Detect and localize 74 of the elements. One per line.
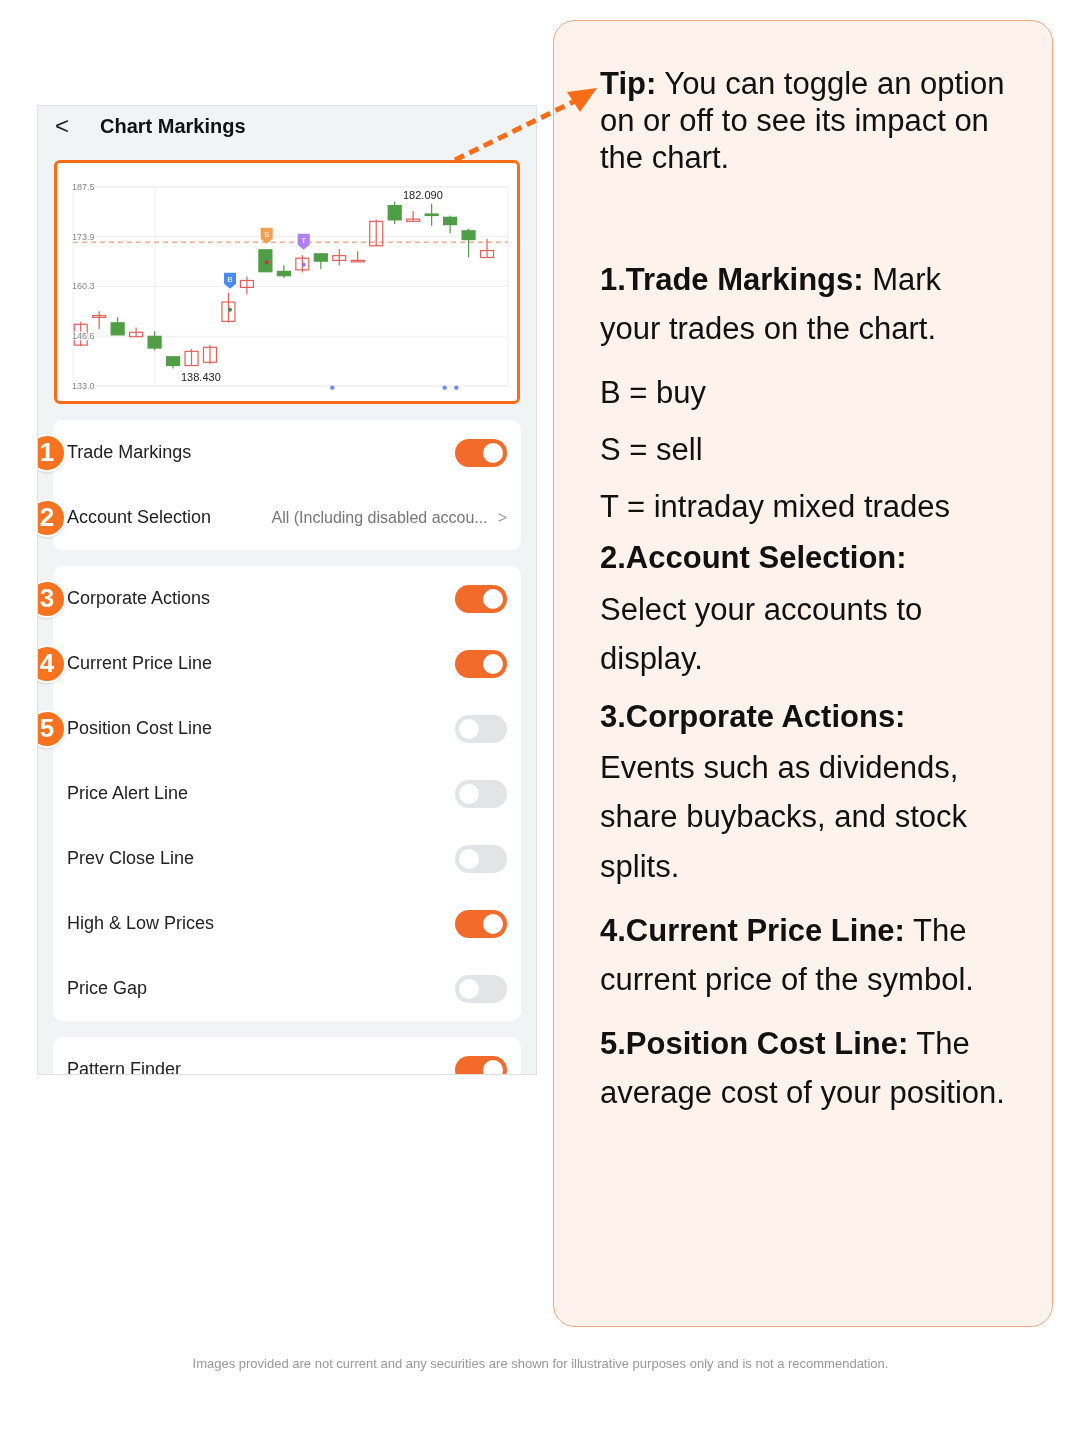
high-price-label: 182.090 — [403, 189, 443, 201]
disclaimer: Images provided are not current and any securities are shown for illustrative purposes only and is not a recommendation. — [191, 1355, 890, 1373]
candle — [221, 292, 236, 324]
setting-label: Corporate Actions — [67, 587, 211, 610]
section-text: 5.Position Cost Line: The average cost of your position. — [600, 1024, 1006, 1113]
setting-label: Prev Close Line — [67, 847, 195, 870]
section-text: Events such as dividends, share buybacks, and stock splits. — [600, 748, 969, 887]
section-heading: 3.Corporate Actions: — [600, 697, 907, 735]
event-dot — [454, 385, 459, 390]
axis-label: 133.0 — [72, 381, 95, 391]
toggle-switch[interactable] — [455, 779, 507, 808]
trade-dot — [301, 262, 306, 267]
toggle-switch[interactable] — [455, 974, 507, 1003]
setting-label: Price Alert Line — [67, 782, 189, 805]
candle — [258, 249, 273, 273]
setting-label: Account Selection — [67, 506, 212, 529]
step-badge: 1 — [38, 433, 66, 472]
setting-label: High & Low Prices — [67, 912, 215, 935]
candle — [332, 248, 347, 267]
tip-text: Tip: You can toggle an option on or off to see its impact on the chart. — [600, 65, 1006, 177]
toggle-switch[interactable] — [455, 909, 507, 938]
legend-line: T = intraday mixed trades — [600, 488, 952, 526]
toggle-switch[interactable] — [455, 438, 507, 467]
setting-label: Current Price Line — [67, 652, 213, 675]
candle — [350, 250, 365, 263]
low-price-label: 138.430 — [181, 371, 221, 383]
candle — [184, 348, 199, 367]
axis-label: 187.5 — [72, 182, 95, 192]
event-dot — [442, 385, 447, 390]
setting-label: Position Cost Line — [67, 717, 213, 740]
step-badge: 3 — [38, 579, 66, 618]
candle — [276, 264, 291, 279]
toggle-switch[interactable] — [455, 714, 507, 743]
setting-label: Trade Markings — [67, 441, 192, 464]
candle — [461, 228, 476, 259]
chevron-icon: > — [497, 505, 507, 530]
candle — [92, 310, 107, 330]
candle — [239, 275, 255, 295]
candle — [165, 356, 181, 370]
trade-marker: S — [260, 227, 273, 244]
legend-line: B = buy — [600, 373, 707, 411]
step-badge: 2 — [38, 498, 66, 537]
trade-dot — [228, 307, 232, 312]
candle — [313, 252, 328, 270]
event-dot — [330, 385, 335, 390]
toggle-switch[interactable] — [455, 649, 507, 678]
toggle-switch[interactable] — [455, 584, 507, 613]
legend-line: S = sell — [600, 430, 704, 469]
trade-dot — [264, 260, 269, 265]
section-text: Select your accounts to display. — [600, 590, 924, 679]
toggle-switch[interactable] — [455, 844, 507, 873]
candle — [406, 210, 421, 222]
step-badge: 5 — [38, 709, 66, 748]
section-text: 1.Trade Markings: Mark your trades on the chart. — [600, 260, 943, 349]
section-text: 4.Current Price Line: The current price of the symbol. — [600, 911, 975, 1000]
candle — [110, 316, 125, 336]
back-button[interactable]: < — [52, 108, 72, 144]
step-badge: 4 — [38, 644, 66, 683]
trade-marker: B — [224, 272, 236, 289]
candle — [443, 214, 458, 234]
screen-title: Chart Markings — [100, 114, 246, 139]
account-value[interactable]: All (Including disabled accou... — [271, 505, 488, 530]
candle — [387, 201, 402, 225]
candle — [424, 203, 439, 227]
candle — [147, 330, 162, 352]
section-heading: 2.Account Selection: — [600, 539, 908, 577]
trade-marker: T — [297, 233, 310, 250]
candle — [129, 326, 144, 338]
axis-label: 173.9 — [72, 231, 95, 242]
candle — [202, 344, 218, 365]
candle — [369, 218, 384, 247]
setting-label: Price Gap — [67, 977, 148, 1000]
candle — [479, 238, 495, 259]
axis-label: 160.3 — [72, 281, 95, 292]
